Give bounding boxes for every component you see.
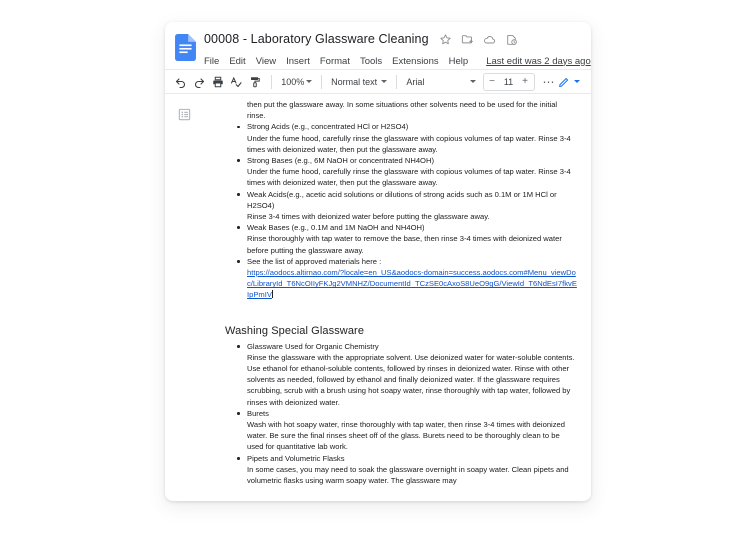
list-item-body: Rinse thoroughly with tap water to remov… [247,234,562,255]
toolbar-divider-2 [321,74,323,89]
document-history-icon[interactable] [505,33,518,46]
continued-paragraph: then put the glassware away. In some sit… [247,100,558,121]
menu-item-insert[interactable]: Insert [286,56,310,67]
font-size-stepper[interactable]: − 11 + [482,72,535,91]
editing-mode-button[interactable] [555,75,583,89]
paint-format-icon[interactable] [247,73,262,90]
cleaning-agents-list: Strong Acids (e.g., concentrated HCl or … [225,121,577,300]
document-outline-icon[interactable] [178,108,191,121]
paragraph-style-value: Normal text [331,76,378,87]
list-item-title: Strong Bases (e.g., 6M NaOH or concentra… [247,156,434,166]
cloud-saved-icon[interactable] [483,33,496,46]
menu-item-file[interactable]: File [204,56,219,67]
chevron-down-icon [306,80,313,83]
menu-item-extensions[interactable]: Extensions [392,56,438,67]
toolbar: 100% Normal text Arial − 11 + ⋯ [165,69,591,94]
font-size-increase-button[interactable]: + [519,75,532,89]
menu-item-help[interactable]: Help [449,56,469,67]
document-body: then put the glassware away. In some sit… [165,94,591,499]
list-item-body: Under the fume hood, carefully rinse the… [247,167,571,188]
approved-materials-link[interactable]: https://aodocs.altirnao.com/?locale=en_U… [247,268,577,299]
menu-bar: File Edit View Insert Format Tools Exten… [204,52,591,70]
document-page[interactable]: then put the glassware away. In some sit… [203,94,591,499]
last-edit-link[interactable]: Last edit was 2 days ago [486,56,591,67]
print-icon[interactable] [210,73,225,90]
list-item: Pipets and Volumetric Flasks In some cas… [225,453,577,487]
list-item: Weak Acids(e.g., acetic acid solutions o… [225,189,577,223]
toolbar-divider-1 [271,74,273,89]
text-cursor [271,290,273,299]
approved-materials-label: See the list of approved materials here … [247,256,382,266]
list-item: Burets Wash with hot soapy water, rinse … [225,408,577,453]
undo-icon[interactable] [173,73,188,90]
zoom-value: 100% [281,76,305,87]
page-title[interactable]: 00008 - Laboratory Glassware Cleaning [204,32,429,46]
toolbar-divider-3 [396,74,398,89]
google-docs-window: 00008 - Laboratory Glassware Cleaning Fi… [165,22,591,501]
title-icon-group [439,33,518,46]
menu-item-view[interactable]: View [256,56,276,67]
edit-pencil-icon [558,76,570,88]
font-size-decrease-button[interactable]: − [486,75,499,89]
list-item-title: Weak Bases (e.g., 0.1M and 1M NaOH and N… [247,223,425,233]
menu-item-tools[interactable]: Tools [360,56,382,67]
list-item-body: Rinse the glassware with the appropriate… [247,352,575,407]
redo-icon[interactable] [191,73,206,90]
font-family-selector[interactable]: Arial [403,73,478,90]
section-heading: Washing Special Glassware [225,324,365,337]
spellcheck-icon[interactable] [228,73,243,90]
list-item-body: Wash with hot soapy water, rinse thoroug… [247,420,565,452]
zoom-selector[interactable]: 100% [278,73,315,90]
list-item-title: Pipets and Volumetric Flasks [247,453,345,463]
font-family-value: Arial [406,76,425,87]
title-row: 00008 - Laboratory Glassware Cleaning [204,29,581,49]
list-item-title: Burets [247,408,269,418]
list-item-title: Glassware Used for Organic Chemistry [247,341,379,351]
list-item-body: Under the fume hood, carefully rinse the… [247,133,571,154]
menu-item-edit[interactable]: Edit [229,56,245,67]
chevron-down-icon [469,80,476,83]
list-item: Weak Bases (e.g., 0.1M and 1M NaOH and N… [225,222,577,256]
font-size-input[interactable]: 11 [499,77,519,87]
list-item: Strong Bases (e.g., 6M NaOH or concentra… [225,155,577,189]
docs-header: 00008 - Laboratory Glassware Cleaning Fi… [165,22,591,69]
list-item-body: Rinse 3-4 times with deionized water bef… [247,212,490,222]
chevron-down-icon [381,80,388,83]
list-item-title: Weak Acids(e.g., acetic acid solutions o… [247,189,557,210]
more-options-icon[interactable]: ⋯ [543,76,556,88]
special-glassware-list: Glassware Used for Organic Chemistry Rin… [225,341,577,487]
move-to-folder-icon[interactable] [461,33,474,46]
list-item: Strong Acids (e.g., concentrated HCl or … [225,121,577,155]
menu-item-format[interactable]: Format [320,56,350,67]
outline-rail [165,94,203,499]
list-item-approved-materials: See the list of approved materials here … [225,256,577,301]
chevron-down-icon [574,80,580,83]
header-content: 00008 - Laboratory Glassware Cleaning Fi… [204,29,591,70]
list-item: Glassware Used for Organic Chemistry Rin… [225,341,577,408]
star-icon[interactable] [439,33,452,46]
list-item-body: In some cases, you may need to soak the … [247,464,569,486]
list-item-title: Strong Acids (e.g., concentrated HCl or … [247,122,409,132]
google-docs-icon[interactable] [175,34,196,61]
paragraph-style-selector[interactable]: Normal text [328,73,390,90]
